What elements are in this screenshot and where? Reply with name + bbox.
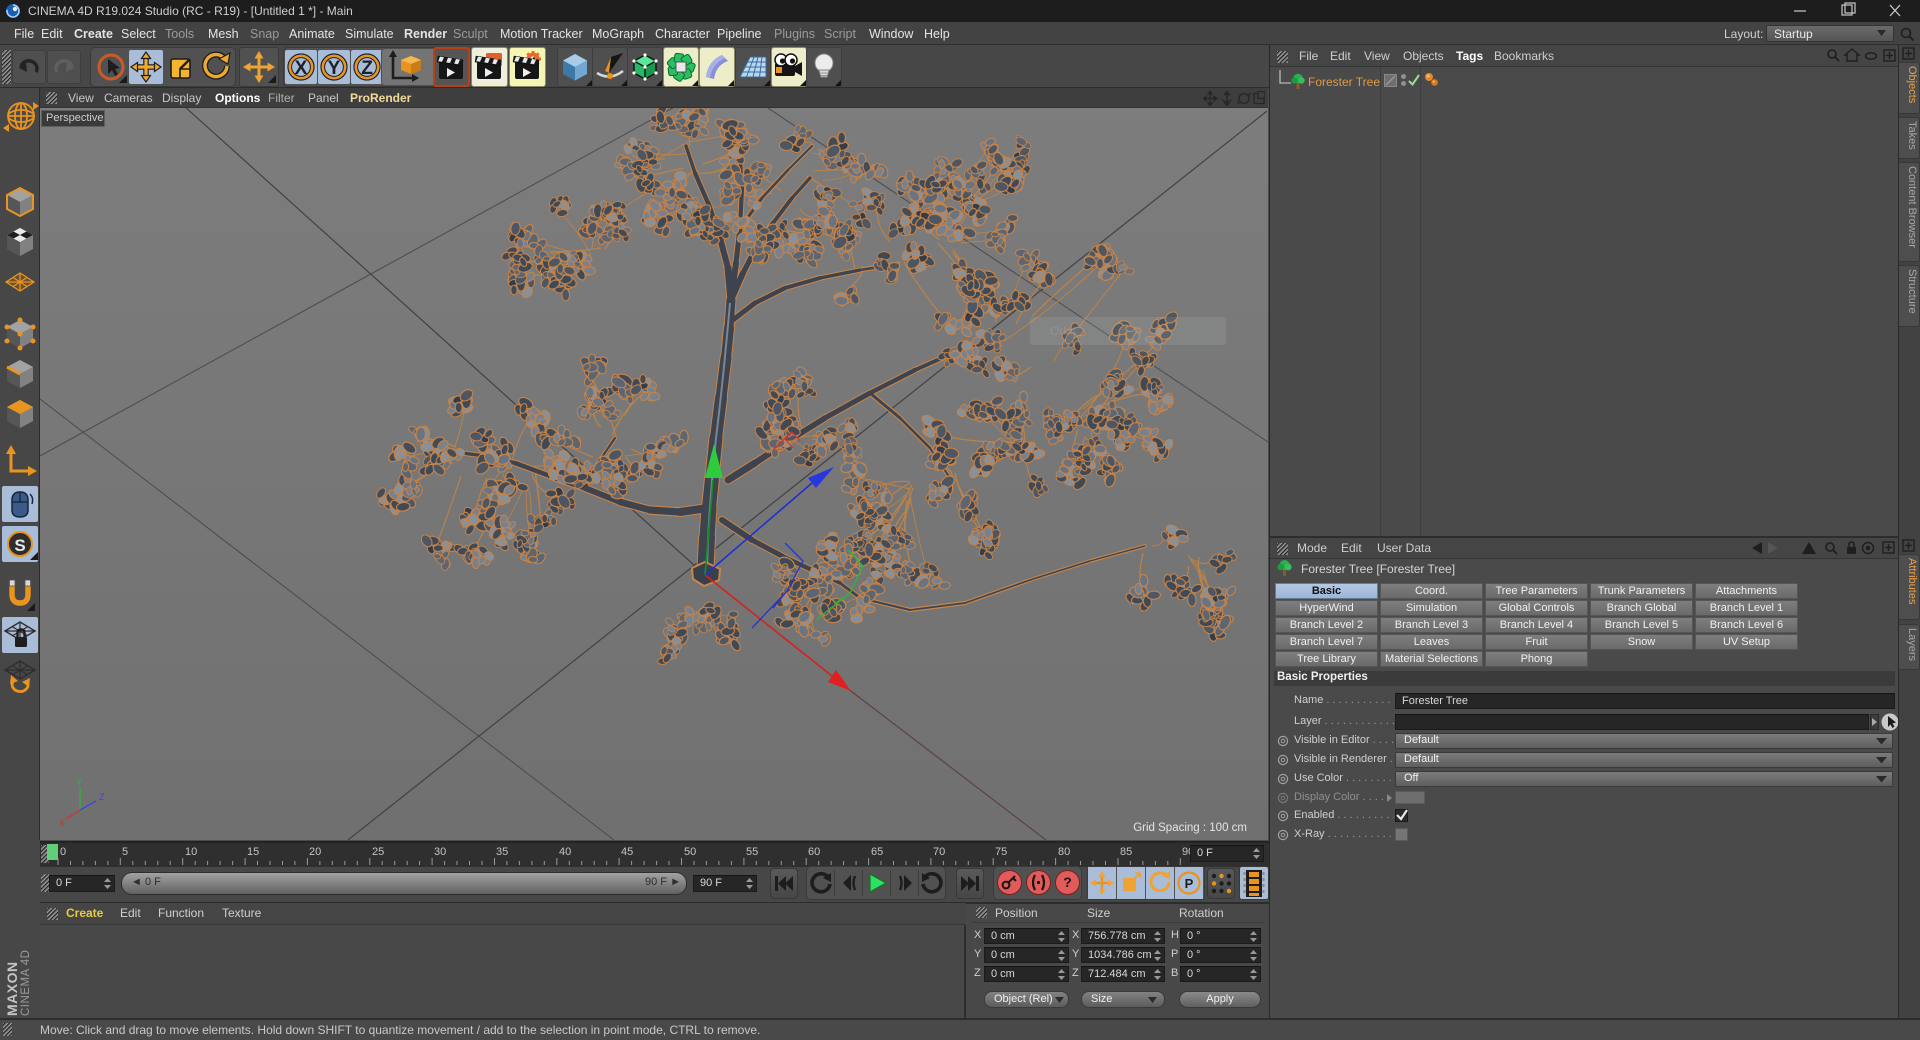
svg-text:0: 0 bbox=[60, 846, 66, 858]
svg-text:Y: Y bbox=[328, 58, 341, 79]
svg-text:75: 75 bbox=[995, 846, 1007, 858]
svg-text:Grid Spacing : 100 cm: Grid Spacing : 100 cm bbox=[1133, 822, 1247, 834]
svg-text:40: 40 bbox=[559, 846, 571, 858]
svg-text:45: 45 bbox=[621, 846, 633, 858]
svg-text:70: 70 bbox=[933, 846, 945, 858]
svg-text:10: 10 bbox=[185, 846, 197, 858]
svg-text:50: 50 bbox=[684, 846, 696, 858]
svg-text:60: 60 bbox=[808, 846, 820, 858]
svg-text:25: 25 bbox=[372, 846, 384, 858]
svg-text:?: ? bbox=[1063, 874, 1072, 890]
svg-text:5: 5 bbox=[122, 846, 128, 858]
svg-text:X: X bbox=[295, 58, 308, 79]
svg-text:Z: Z bbox=[99, 792, 105, 802]
svg-text:55: 55 bbox=[746, 846, 758, 858]
svg-text:Y: Y bbox=[76, 777, 82, 787]
svg-text:80: 80 bbox=[1058, 846, 1070, 858]
svg-text:Orbit: Orbit bbox=[1050, 324, 1077, 338]
svg-text:20: 20 bbox=[309, 846, 321, 858]
svg-text:S: S bbox=[14, 536, 25, 555]
svg-text:65: 65 bbox=[871, 846, 883, 858]
svg-text:X: X bbox=[59, 818, 65, 828]
svg-text:15: 15 bbox=[247, 846, 259, 858]
svg-text:P: P bbox=[1185, 876, 1194, 891]
svg-text:Z: Z bbox=[361, 58, 373, 79]
svg-text:35: 35 bbox=[496, 846, 508, 858]
svg-text:85: 85 bbox=[1120, 846, 1132, 858]
svg-text:30: 30 bbox=[434, 846, 446, 858]
